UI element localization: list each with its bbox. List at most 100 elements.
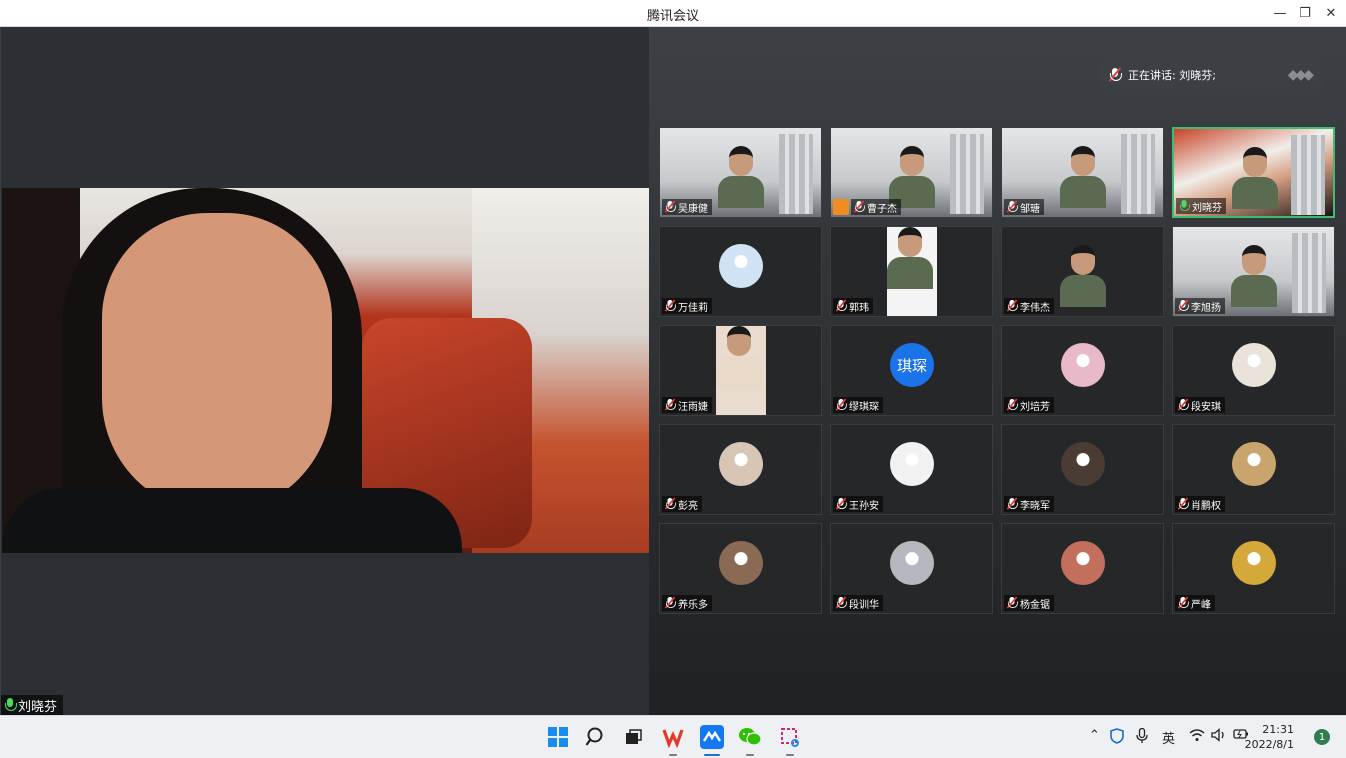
mic-muted-icon	[664, 200, 676, 213]
participant-tile[interactable]: 王孙安	[830, 424, 993, 515]
participant-avatar	[890, 541, 934, 585]
participant-name: 郭玮	[849, 302, 869, 314]
participant-tile[interactable]: 肖鹏权	[1172, 424, 1335, 515]
microphone-icon[interactable]	[1136, 727, 1148, 748]
windows-taskbar: ⌃ 英 21:31 2022/8/1 1	[0, 715, 1346, 758]
participant-avatar: 琪琛	[890, 343, 934, 387]
restore-icon[interactable]: ❐	[1294, 3, 1316, 23]
mic-icon	[1108, 66, 1122, 82]
participant-avatar	[719, 442, 763, 486]
tencent-meeting-icon[interactable]	[700, 725, 724, 749]
mic-muted-icon	[1177, 299, 1189, 312]
mic-muted-icon	[664, 497, 676, 510]
speaking-label: 正在讲话: 刘晓芬;	[1128, 68, 1216, 82]
volume-icon[interactable]	[1211, 728, 1227, 746]
participant-name-tag: 肖鹏权	[1175, 496, 1225, 512]
window-title: 腾讯会议	[646, 9, 699, 24]
participant-name-tag: 李晓军	[1004, 496, 1054, 512]
clock-time: 21:31	[1262, 723, 1294, 736]
participant-name-tag: 养乐多	[662, 595, 712, 611]
minimize-icon[interactable]: —	[1269, 3, 1291, 23]
participant-tile[interactable]: 养乐多	[659, 523, 822, 614]
mic-muted-icon	[1006, 299, 1018, 312]
participant-tile[interactable]: 杨金锯	[1001, 523, 1164, 614]
security-shield-icon[interactable]	[1110, 728, 1124, 748]
participant-name: 肖鹏权	[1191, 500, 1221, 512]
participant-tile[interactable]: 刘培芳	[1001, 325, 1164, 416]
participant-name-tag: 段安琪	[1175, 397, 1225, 413]
participant-name-tag: 缪琪琛	[833, 397, 883, 413]
snipping-tool-icon[interactable]	[778, 725, 802, 749]
participant-name-tag: 彭亮	[662, 496, 702, 512]
mic-muted-icon	[835, 299, 847, 312]
participant-tile[interactable]: 段训华	[830, 523, 993, 614]
speaker-name-tag: 刘晓芬	[1, 695, 64, 715]
participant-tile[interactable]: 琪琛缪琪琛	[830, 325, 993, 416]
participant-avatar	[1232, 343, 1276, 387]
participant-tile[interactable]: 李伟杰	[1001, 226, 1164, 317]
participant-name: 王孙安	[849, 500, 879, 512]
participant-avatar	[1061, 343, 1105, 387]
mic-on-icon	[5, 698, 17, 712]
participant-avatar	[890, 442, 934, 486]
participant-avatar	[1061, 442, 1105, 486]
mic-muted-icon	[835, 497, 847, 510]
participant-tile[interactable]: 李旭扬	[1172, 226, 1335, 317]
wifi-icon[interactable]	[1189, 728, 1205, 746]
notification-badge[interactable]: 1	[1314, 729, 1330, 745]
participant-tile[interactable]: 汪雨婕	[659, 325, 822, 416]
windows-start-icon[interactable]	[546, 725, 570, 749]
participant-tile[interactable]: 邹瑭	[1001, 127, 1164, 218]
participant-name: 万佳莉	[678, 302, 708, 314]
chevron-up-icon[interactable]: ⌃	[1089, 728, 1100, 743]
mic-muted-icon	[853, 200, 865, 213]
participant-name-tag: 严峰	[1175, 595, 1215, 611]
participant-name-tag: 段训华	[833, 595, 883, 611]
participant-name-tag: 李伟杰	[1004, 298, 1054, 314]
participant-name-tag: 杨金锯	[1004, 595, 1054, 611]
mic-muted-icon	[1177, 398, 1189, 411]
ime-indicator[interactable]: 英	[1162, 728, 1175, 747]
participant-avatar	[1232, 442, 1276, 486]
participant-name: 刘培芳	[1020, 401, 1050, 413]
participant-name-tag: 曹子杰	[851, 199, 901, 215]
participant-tile[interactable]: 曹子杰	[830, 127, 993, 218]
participant-tile[interactable]: 段安琪	[1172, 325, 1335, 416]
close-icon[interactable]: ✕	[1320, 3, 1342, 23]
participant-tile[interactable]: 郭玮	[830, 226, 993, 317]
participant-name: 缪琪琛	[849, 401, 879, 413]
participant-tile[interactable]: 万佳莉	[659, 226, 822, 317]
audio-level-icon: ◆◆◆	[1287, 66, 1314, 83]
search-icon[interactable]	[584, 725, 608, 749]
mic-muted-icon	[664, 299, 676, 312]
mic-on-icon	[1179, 200, 1190, 212]
task-view-icon[interactable]	[621, 725, 645, 749]
wechat-icon[interactable]	[738, 725, 762, 749]
participant-tile[interactable]: 吴康健	[659, 127, 822, 218]
participant-name: 吴康健	[678, 203, 708, 215]
participant-tile[interactable]: 李晓军	[1001, 424, 1164, 515]
main-speaker-video[interactable]: 刘晓芬	[0, 27, 650, 715]
wps-icon[interactable]	[661, 725, 685, 749]
speaker-camera-feed	[2, 188, 650, 553]
mic-muted-icon	[1006, 497, 1018, 510]
mic-muted-icon	[664, 596, 676, 609]
clock-date: 2022/8/1	[1244, 738, 1294, 751]
mic-muted-icon	[835, 398, 847, 411]
participant-name: 段安琪	[1191, 401, 1221, 413]
participant-avatar	[719, 541, 763, 585]
participant-name: 杨金锯	[1020, 599, 1050, 611]
participant-tile[interactable]: 严峰	[1172, 523, 1335, 614]
host-badge-icon	[833, 199, 849, 215]
mic-muted-icon	[835, 596, 847, 609]
participant-name-tag: 王孙安	[833, 496, 883, 512]
title-bar: 腾讯会议 — ❐ ✕	[0, 0, 1346, 27]
gallery-view: 正在讲话: 刘晓芬; ◆◆◆ 吴康健 曹子杰 邹瑭 刘晓芬万佳莉 郭玮 李伟杰 李旭扬汪雨婕…	[649, 27, 1346, 715]
participant-tile[interactable]: 刘晓芬	[1172, 127, 1335, 218]
participant-tile[interactable]: 彭亮	[659, 424, 822, 515]
participant-name-tag: 吴康健	[662, 199, 712, 215]
participant-name: 养乐多	[678, 599, 708, 611]
participant-name-tag: 汪雨婕	[662, 397, 712, 413]
taskbar-clock[interactable]: 21:31 2022/8/1	[1245, 722, 1294, 752]
participant-name: 李伟杰	[1020, 302, 1050, 314]
